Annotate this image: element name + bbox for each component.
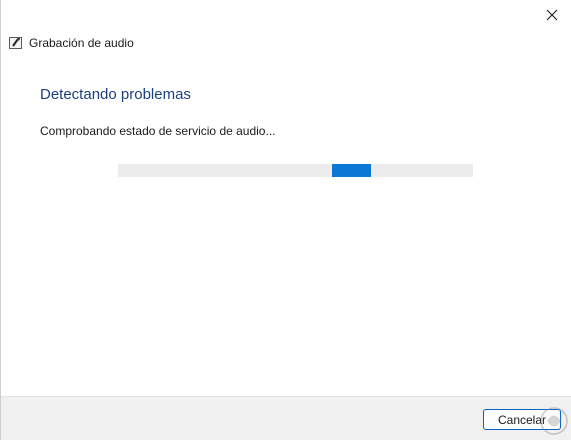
close-icon bbox=[546, 9, 558, 21]
footer-bar: Cancelar bbox=[1, 396, 571, 440]
progress-indicator bbox=[332, 164, 371, 177]
progress-bar bbox=[118, 164, 473, 177]
page-heading: Detectando problemas bbox=[40, 86, 191, 103]
troubleshooter-window: Grabación de audio Detectando problemas … bbox=[0, 0, 571, 440]
status-text: Comprobando estado de servicio de audio.… bbox=[40, 124, 276, 138]
watermark-logo bbox=[540, 407, 568, 435]
window-title-row: Grabación de audio bbox=[9, 36, 134, 50]
window-title: Grabación de audio bbox=[29, 36, 134, 50]
close-button[interactable] bbox=[537, 2, 567, 28]
audio-troubleshooter-icon bbox=[9, 36, 23, 50]
